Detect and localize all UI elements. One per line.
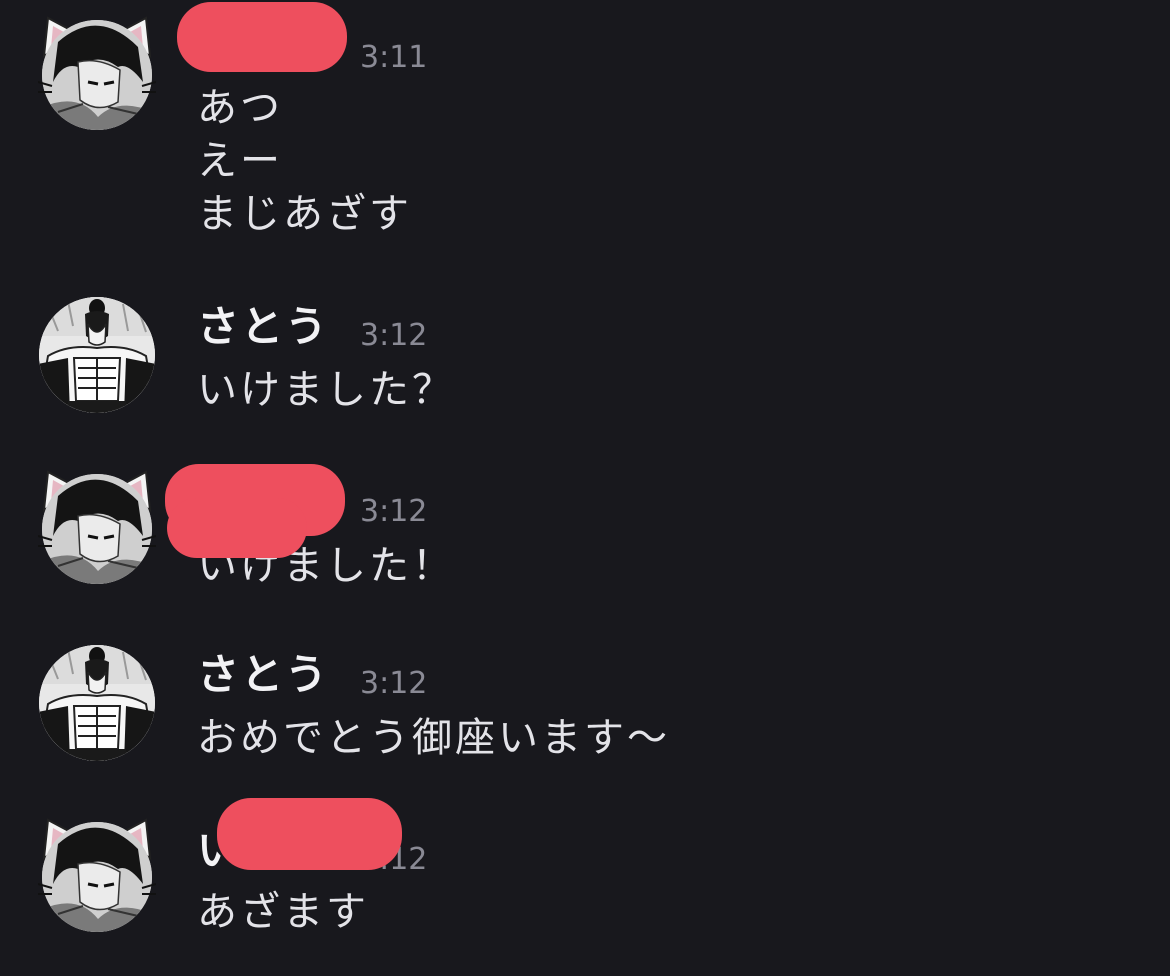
redaction-mark (217, 798, 402, 870)
cat-ear-avatar-icon (38, 466, 156, 586)
character-avatar-icon (38, 296, 156, 414)
message-line[interactable]: いけました？ (197, 364, 455, 417)
message-line[interactable]: あざます (197, 886, 369, 939)
message-line[interactable]: おめでとう御座います〜 (197, 712, 670, 765)
message-body: いけました？ (197, 364, 455, 417)
timestamp: 3:12 (360, 318, 428, 353)
message-body: あざます (197, 886, 369, 939)
cat-ear-avatar-icon (38, 12, 156, 132)
message-line[interactable]: まじあざす (197, 188, 412, 241)
sender-name[interactable]: さとう (197, 650, 329, 700)
cat-ear-avatar-icon (38, 814, 156, 934)
user-avatar[interactable] (38, 644, 156, 762)
message-body: おめでとう御座います〜 (197, 712, 670, 765)
redaction-mark (167, 498, 307, 558)
message-body: あつ えー まじあざす (197, 82, 412, 241)
timestamp: 3:11 (360, 40, 428, 75)
user-avatar[interactable] (38, 12, 156, 130)
user-avatar[interactable] (38, 814, 156, 932)
message-line[interactable]: えー (197, 135, 412, 188)
user-avatar[interactable] (38, 296, 156, 414)
redaction-mark (177, 2, 347, 72)
timestamp: 3:12 (360, 494, 428, 529)
sender-name[interactable]: さとう (197, 302, 329, 352)
user-avatar[interactable] (38, 466, 156, 584)
message-line[interactable]: あつ (197, 82, 412, 135)
character-avatar-icon (38, 644, 156, 762)
timestamp: 3:12 (360, 666, 428, 701)
